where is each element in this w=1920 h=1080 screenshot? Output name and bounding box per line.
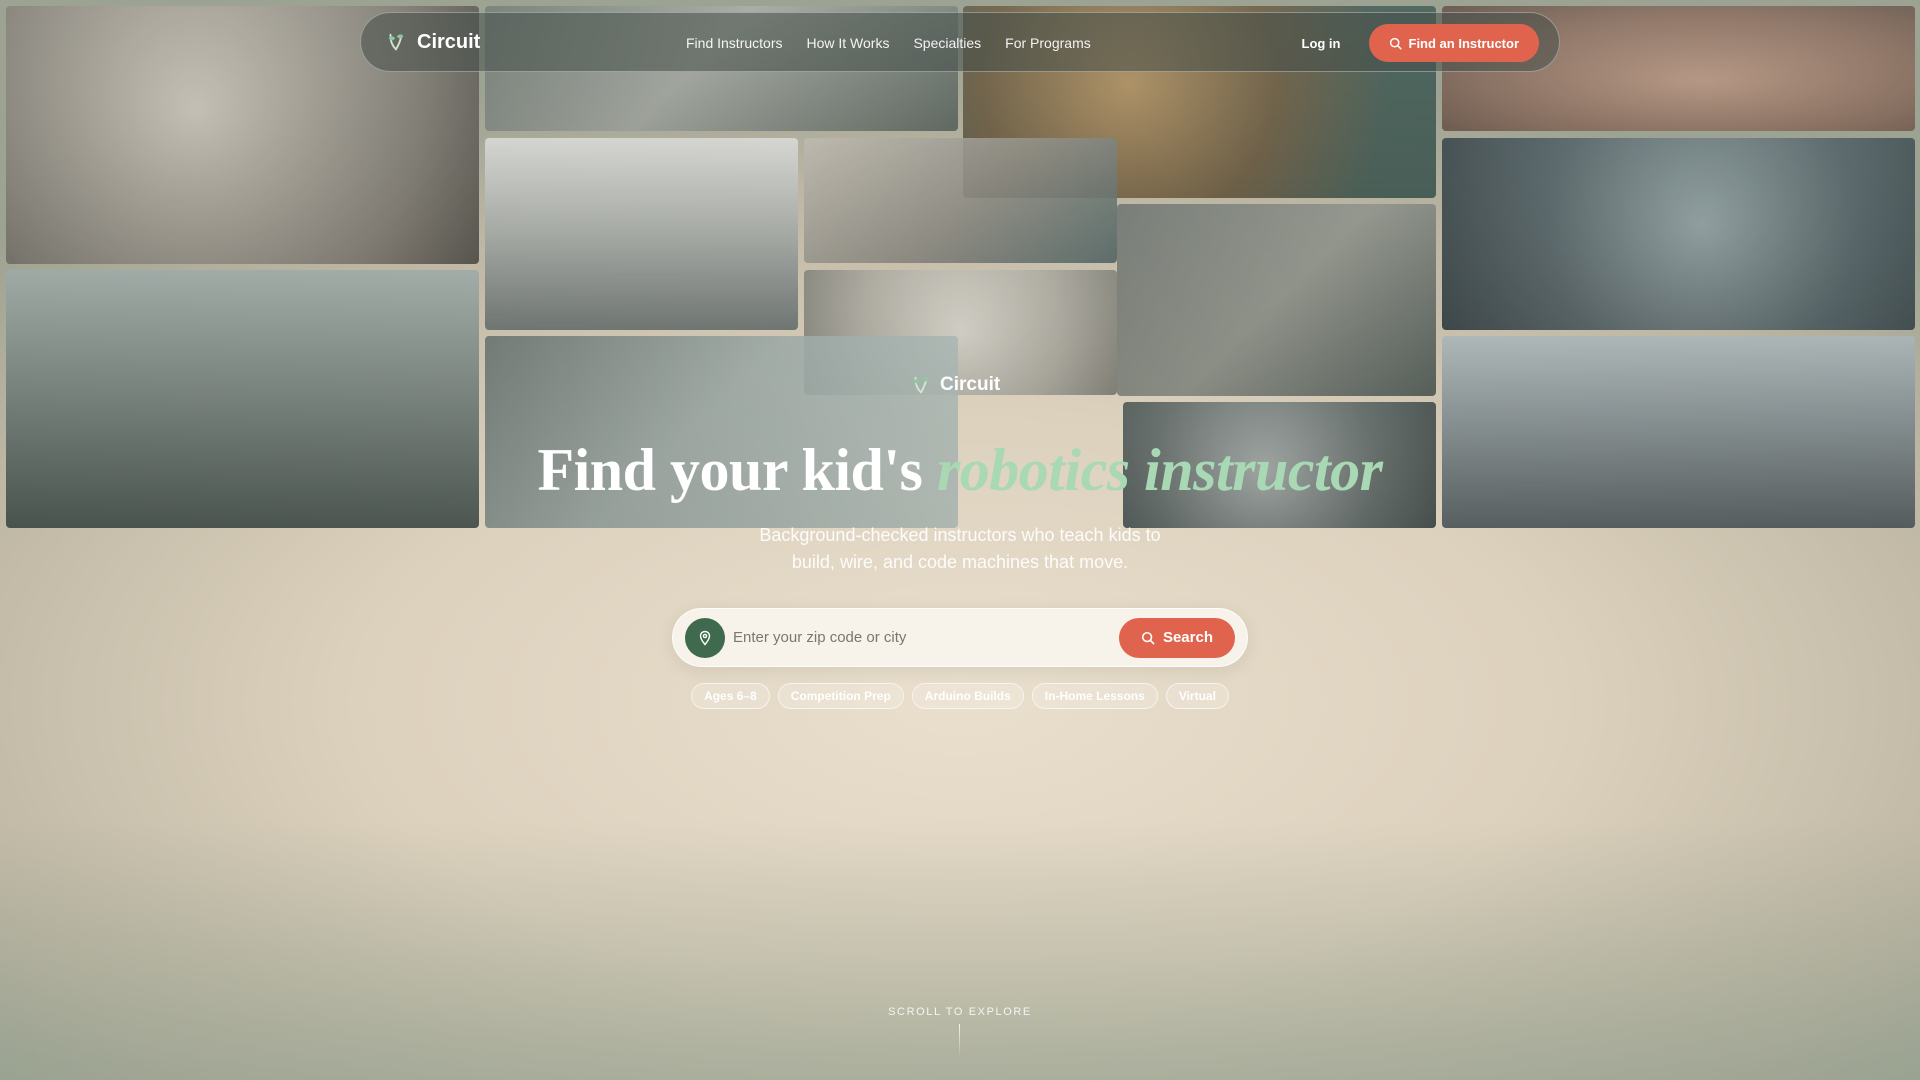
- chip-arduino-builds[interactable]: Arduino Builds: [911, 683, 1024, 709]
- search-icon: [1389, 37, 1402, 50]
- location-pin-icon: [685, 617, 725, 658]
- nav-link-specialties[interactable]: Specialties: [913, 35, 981, 51]
- bottom-fade: [0, 820, 1920, 1080]
- login-link[interactable]: Log in: [1302, 36, 1341, 51]
- scroll-indicator-line: [959, 1024, 960, 1058]
- circuit-leaf-logo-icon: [388, 33, 404, 51]
- soldering-circuit-photo: [804, 138, 1117, 263]
- location-search-input[interactable]: [733, 629, 1119, 646]
- filter-chips: Ages 6–8 Competition Prep Arduino Builds…: [0, 683, 1920, 709]
- brand-name: Circuit: [417, 30, 481, 53]
- top-navbar: Circuit Find Instructors How It Works Sp…: [360, 12, 1560, 72]
- hero-subhead: Background-checked instructors who teach…: [759, 525, 1161, 572]
- hero-brand-name: Circuit: [940, 374, 1001, 395]
- chip-ages-6-8[interactable]: Ages 6–8: [691, 683, 770, 709]
- search-icon: [1141, 631, 1155, 644]
- chip-competition-prep[interactable]: Competition Prep: [777, 683, 904, 709]
- headline-start: Find your kid's: [537, 437, 923, 503]
- breadboard-laptop-photo: [1117, 204, 1436, 396]
- location-search-bar: Search: [672, 608, 1248, 667]
- find-instructor-label: Find an Instructor: [1408, 35, 1520, 51]
- hero-headline: Find your kid's robotics instructor: [0, 436, 1920, 505]
- find-instructor-button[interactable]: Find an Instructor: [1368, 24, 1539, 62]
- nav-link-for-programs[interactable]: For Programs: [1005, 35, 1091, 51]
- nav-links: Find Instructors How It Works Specialtie…: [686, 13, 1091, 73]
- search-button-label: Search: [1162, 629, 1213, 646]
- search-button[interactable]: Search: [1118, 617, 1235, 658]
- nav-link-find-instructors[interactable]: Find Instructors: [686, 35, 782, 51]
- brand-logo[interactable]: Circuit: [385, 31, 480, 54]
- hero-brand: Circuit: [910, 374, 1000, 396]
- nav-link-how-it-works[interactable]: How It Works: [806, 35, 889, 51]
- circuit-leaf-logo-icon: [913, 376, 929, 394]
- chip-in-home-lessons[interactable]: In-Home Lessons: [1031, 683, 1158, 709]
- nav-actions: Log in Find an Instructor: [1302, 13, 1539, 73]
- scroll-to-explore[interactable]: SCROLL TO EXPLORE: [0, 1006, 1920, 1018]
- headline-accent: robotics instructor: [936, 437, 1383, 503]
- coding-camp-classroom-photo: [485, 138, 798, 330]
- chip-virtual[interactable]: Virtual: [1165, 683, 1229, 709]
- robot-rover-arena-photo: [1442, 138, 1915, 330]
